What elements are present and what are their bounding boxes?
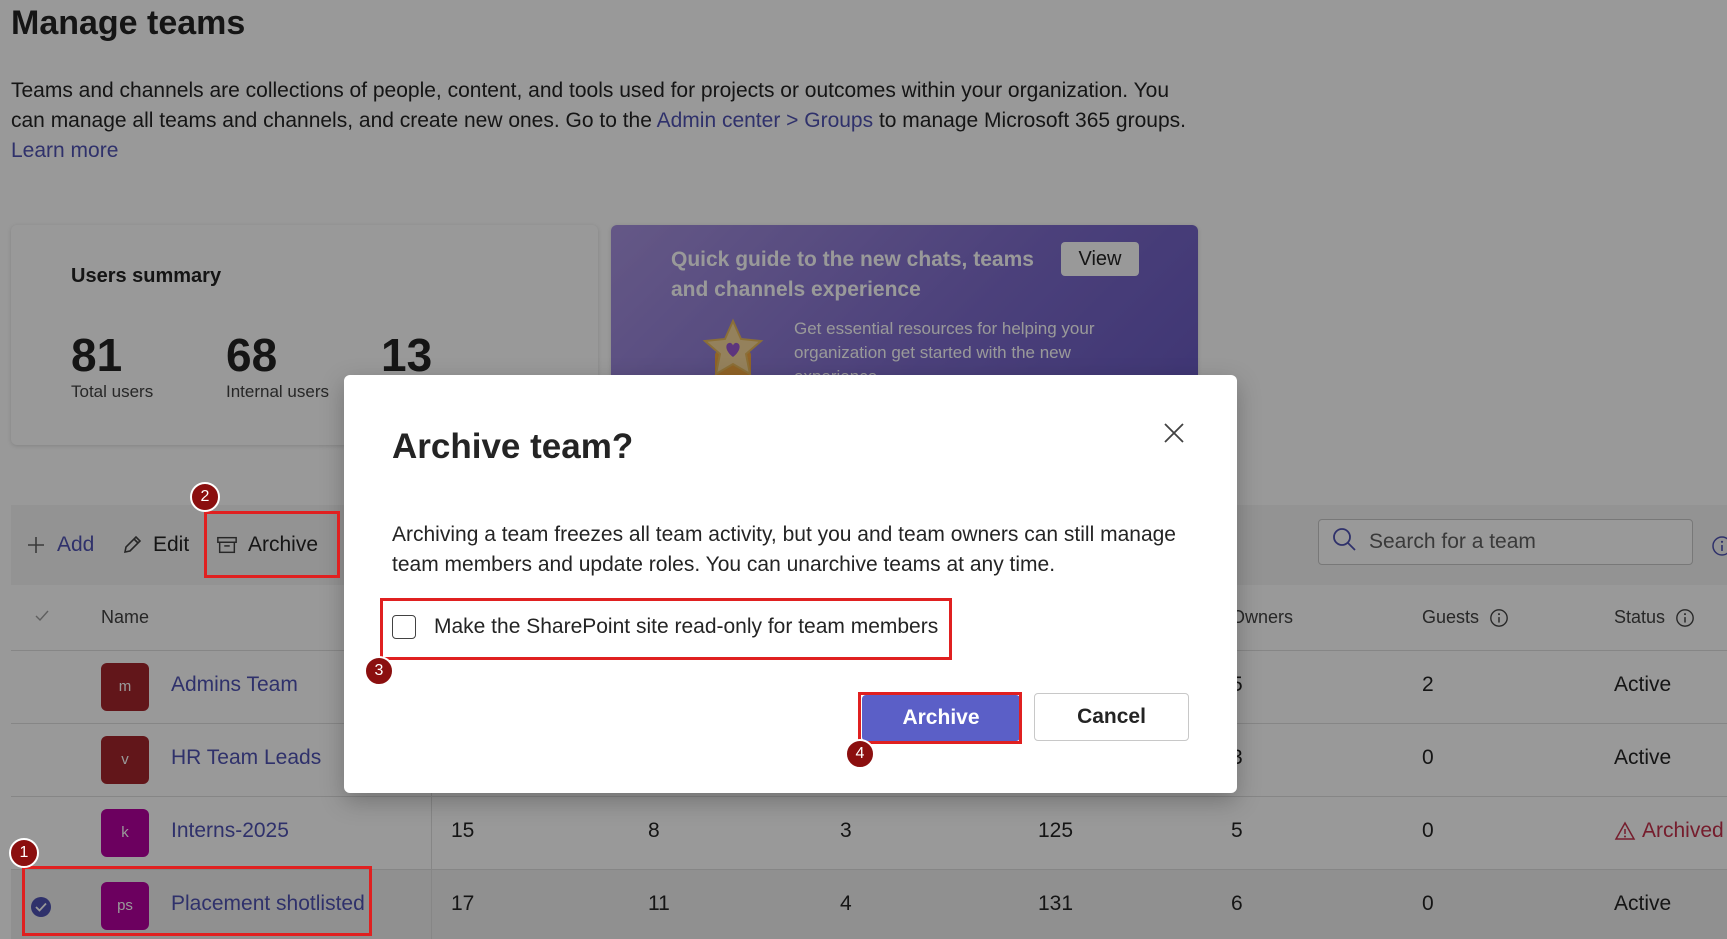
sharepoint-readonly-label: Make the SharePoint site read-only for t… [434, 615, 939, 638]
archive-confirm-button[interactable]: Archive [862, 695, 1020, 741]
step-badge-1: 1 [9, 838, 39, 868]
dialog-title: Archive team? [392, 427, 634, 466]
sharepoint-readonly-option[interactable]: Make the SharePoint site read-only for t… [392, 615, 938, 639]
dialog-body: Archiving a team freezes all team activi… [392, 523, 1176, 576]
close-icon[interactable] [1162, 421, 1186, 445]
step-badge-2: 2 [190, 482, 220, 512]
archive-team-dialog: Archive team? Archiving a team freezes a… [344, 375, 1237, 793]
step-badge-3: 3 [364, 656, 394, 686]
cancel-button[interactable]: Cancel [1034, 693, 1189, 741]
sharepoint-readonly-checkbox[interactable] [392, 615, 416, 639]
step-badge-4: 4 [845, 739, 875, 769]
